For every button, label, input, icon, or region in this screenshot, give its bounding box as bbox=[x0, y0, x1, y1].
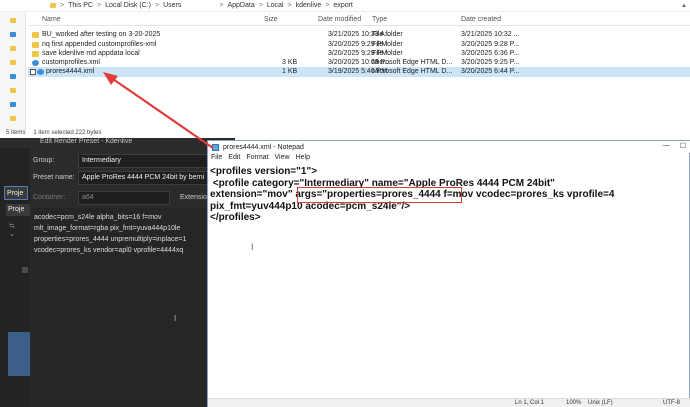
notepad-titlebar[interactable]: prores4444.xml - Notepad — ☐ bbox=[208, 141, 690, 153]
selection-info: 1 item selected 222 bytes bbox=[33, 130, 102, 136]
breadcrumb-separator: > bbox=[287, 2, 292, 9]
folder-icon[interactable] bbox=[10, 88, 16, 93]
file-size: 3 KB bbox=[282, 59, 298, 66]
file-created: 3/20/2025 9:25 P... bbox=[461, 59, 520, 66]
folder-icon[interactable] bbox=[10, 46, 16, 51]
menu-help[interactable]: Help bbox=[296, 154, 310, 164]
column-header-modified[interactable]: Date modified bbox=[318, 16, 361, 23]
file-created: 3/20/2025 9:28 P... bbox=[461, 41, 520, 48]
encoding: UTF-8 bbox=[663, 400, 680, 406]
column-header-name[interactable]: Name bbox=[42, 16, 61, 23]
file-row[interactable]: BU_worked after testing on 3-20-2025 3/2… bbox=[28, 30, 690, 40]
column-header-size[interactable]: Size bbox=[264, 16, 278, 23]
breadcrumb-item-export[interactable]: export bbox=[333, 2, 352, 9]
window-controls: — ☐ bbox=[663, 142, 686, 150]
line-endings: Unix (LF) bbox=[588, 400, 613, 406]
folder-icon bbox=[32, 51, 39, 57]
file-name: prores4444.xml bbox=[46, 68, 95, 75]
file-name: BU_worked after testing on 3-20-2025 bbox=[42, 31, 161, 38]
folder-icon[interactable] bbox=[10, 116, 16, 121]
breadcrumb-separator: > bbox=[155, 2, 160, 9]
breadcrumb-separator: > bbox=[97, 2, 102, 9]
preset-name-label: Preset name: bbox=[33, 174, 75, 181]
file-name: customprofiles.xml bbox=[42, 59, 100, 66]
breadcrumb[interactable]: > This PC > Local Disk (C:) > Users > Ap… bbox=[0, 0, 690, 12]
notepad-title: prores4444.xml - Notepad bbox=[223, 143, 304, 151]
breadcrumb-separator: > bbox=[258, 2, 263, 9]
dialog-title: Edit Render Preset - Kdenlive bbox=[40, 138, 133, 145]
explorer-status-bar: 5 items 1 item selected 222 bytes bbox=[0, 128, 690, 138]
menu-edit[interactable]: Edit bbox=[228, 154, 240, 164]
container-label: Container: bbox=[33, 194, 66, 201]
notepad-status-bar: Ln 1, Col 1 100% Unix (LF) UTF-8 bbox=[208, 398, 690, 407]
file-name: save kdenlive md appdata local bbox=[42, 50, 140, 57]
file-type: File folder bbox=[372, 31, 403, 38]
column-header-created[interactable]: Date created bbox=[461, 16, 501, 23]
tab-project-2[interactable]: Proje bbox=[6, 204, 30, 216]
breadcrumb-item-appdata[interactable]: AppData bbox=[227, 2, 254, 9]
minimize-button[interactable]: — bbox=[663, 142, 670, 150]
folder-icon[interactable] bbox=[10, 60, 16, 65]
maximize-button[interactable]: ☐ bbox=[680, 142, 686, 150]
highlight-box bbox=[297, 187, 462, 203]
notepad-menu-bar: File Edit Format View Help bbox=[208, 154, 690, 164]
text-cursor-icon: I bbox=[251, 242, 254, 252]
panel-handle[interactable] bbox=[22, 267, 28, 273]
preset-name-field[interactable]: Apple ProRes 4444 PCM 24bit by berni bbox=[78, 171, 208, 185]
breadcrumb-item-local[interactable]: Local bbox=[267, 2, 284, 9]
file-created: 3/20/2025 6:36 P... bbox=[461, 50, 520, 57]
file-row-selected[interactable]: prores4444.xml 1 KB 3/19/2025 5:40 PM Mi… bbox=[28, 67, 690, 77]
breadcrumb-separator: > bbox=[60, 2, 65, 9]
breadcrumb-item-kdenlive[interactable]: kdenlive bbox=[296, 2, 322, 9]
breadcrumb-item-this-pc[interactable]: This PC bbox=[68, 2, 93, 9]
menu-view[interactable]: View bbox=[275, 154, 290, 164]
breadcrumb-item-local-disk[interactable]: Local Disk (C:) bbox=[105, 2, 151, 9]
xml-file-icon bbox=[32, 60, 39, 66]
column-header-type[interactable]: Type bbox=[372, 16, 387, 23]
file-name: nq first appended customprofiles-xml bbox=[42, 41, 157, 48]
scroll-up-icon[interactable]: ▲ bbox=[681, 3, 689, 11]
file-type: File folder bbox=[372, 50, 403, 57]
xml-file-icon bbox=[37, 69, 44, 75]
folder-icon[interactable] bbox=[10, 18, 16, 23]
breadcrumb-separator: > bbox=[219, 2, 224, 9]
item-count: 5 items bbox=[6, 130, 26, 136]
zoom-level: 100% bbox=[566, 400, 582, 406]
menu-format[interactable]: Format bbox=[246, 154, 268, 164]
folder-icon[interactable] bbox=[10, 74, 16, 79]
folder-icon[interactable] bbox=[10, 32, 16, 37]
text-cursor-icon: I bbox=[174, 314, 177, 323]
extension-label: Extensio bbox=[180, 194, 207, 201]
container-select[interactable]: a64 bbox=[78, 191, 170, 205]
file-created: 3/20/2025 6:44 P... bbox=[461, 68, 520, 75]
folder-icon[interactable] bbox=[10, 102, 16, 107]
timeline-clip[interactable] bbox=[8, 332, 30, 376]
group-label: Group: bbox=[33, 157, 55, 164]
breadcrumb-item-users[interactable]: Users bbox=[163, 2, 181, 9]
group-select[interactable]: Intermediary bbox=[78, 154, 208, 168]
folder-icon bbox=[50, 3, 56, 8]
cursor-position: Ln 1, Col 1 bbox=[515, 400, 545, 406]
menu-file[interactable]: File bbox=[211, 154, 222, 164]
column-headers: Name Size Date modified Type Date create… bbox=[28, 14, 690, 26]
breadcrumb-separator: > bbox=[325, 2, 330, 9]
navigation-pane bbox=[0, 12, 26, 132]
file-type: File folder bbox=[372, 41, 403, 48]
render-args-text[interactable]: acodec=pcm_s24le alpha_bits=16 f=mov mlt… bbox=[31, 208, 207, 407]
file-type: Microsoft Edge HTML D... bbox=[372, 68, 453, 75]
file-created: 3/21/2025 10:32 ... bbox=[461, 31, 520, 38]
tab-project-1[interactable]: Proje bbox=[4, 186, 28, 200]
file-type: Microsoft Edge HTML D... bbox=[372, 59, 453, 66]
notepad-icon bbox=[212, 143, 219, 151]
toolbar-control[interactable]: ≒ ⌄ bbox=[9, 222, 21, 238]
file-size: 1 KB bbox=[282, 68, 298, 75]
folder-icon bbox=[32, 42, 39, 48]
folder-icon bbox=[32, 32, 39, 38]
checkbox-icon[interactable] bbox=[30, 69, 36, 75]
